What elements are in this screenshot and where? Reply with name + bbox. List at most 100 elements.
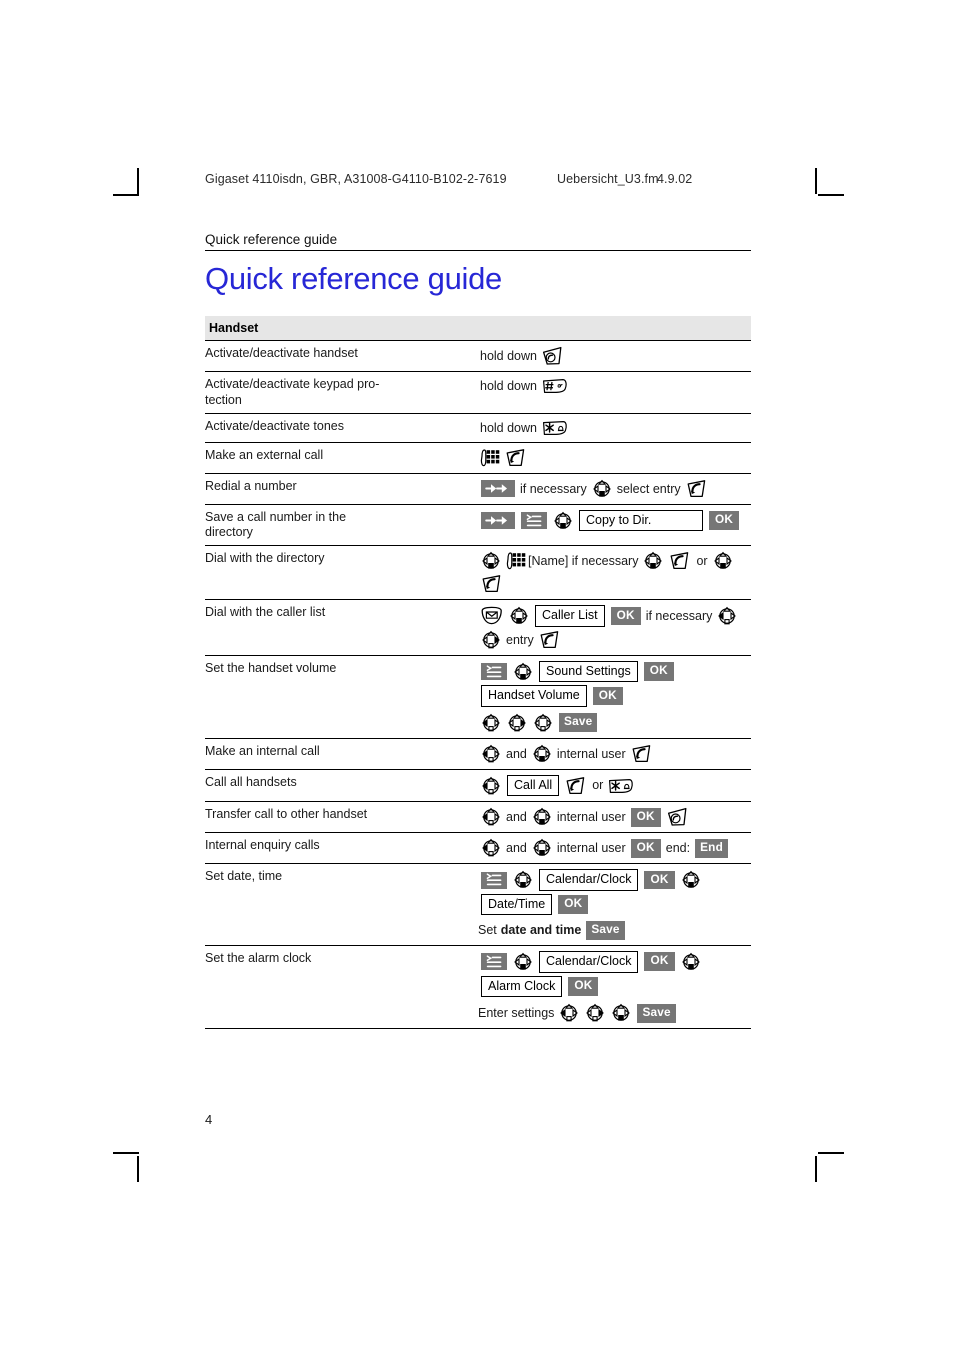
step-text: internal user <box>556 841 626 856</box>
row-label: Set date, time <box>205 863 478 947</box>
table-row: Activate/deactivate tones hold down <box>205 413 751 443</box>
menu-key-icon <box>481 953 507 971</box>
menu-key-icon <box>521 512 547 530</box>
page-content: Gigaset 4110isdn, GBR, A31008-G4110-B102… <box>205 172 751 1030</box>
table-header-row: Handset <box>205 316 751 342</box>
softkey-save[interactable]: Save <box>559 713 598 733</box>
display-option-caller-list[interactable]: Caller List <box>535 605 605 627</box>
crop-mark-bottom-right-horizontal <box>818 1152 844 1154</box>
nav-key-icon <box>482 552 500 570</box>
nav-key-icon <box>532 808 551 826</box>
keypad-icon <box>480 449 500 467</box>
step-sequence: and internal user OK end: End <box>478 838 751 858</box>
display-option-alarm-clock[interactable]: Alarm Clock <box>481 975 563 998</box>
step-sequence: Calendar/Clock OK Date/Time OK Set date and t… <box>478 869 751 941</box>
softkey-ok[interactable]: OK <box>630 838 661 858</box>
envelope-key-icon <box>481 606 502 625</box>
step-text: select entry <box>616 481 681 496</box>
step-sequence: and internal user OK <box>478 807 751 827</box>
softkey-ok[interactable]: OK <box>568 976 599 996</box>
row-action-sequence: and internal user <box>478 738 751 770</box>
row-label: Make an external call <box>205 442 478 474</box>
nav-key-icon <box>514 870 532 888</box>
crop-mark-top-right-horizontal <box>818 194 844 196</box>
menu-key-icon <box>481 871 507 889</box>
step-text: [Name] if necessary <box>528 554 639 569</box>
table-row: Set the alarm clock Calendar/Clock OK Alarm… <box>205 945 751 1030</box>
display-option-date-time[interactable]: Date/Time <box>481 893 553 916</box>
nav-key-icon <box>612 1003 631 1021</box>
softkey-save[interactable]: Save <box>586 921 625 941</box>
step-sequence <box>478 448 751 468</box>
row-action-sequence: Caller List OK if necessary entry <box>478 599 751 656</box>
table-header-cell: Handset <box>205 316 751 342</box>
revision-date: 4.9.02 <box>657 172 693 186</box>
softkey-ok[interactable]: OK <box>630 807 661 827</box>
nav-key-left-icon <box>482 744 500 763</box>
row-action-sequence: Sound Settings OK Handset Volume OK Save <box>478 655 751 739</box>
row-label: Set the handset volume <box>205 655 478 739</box>
softkey-ok[interactable]: OK <box>644 870 675 890</box>
nav-key-right-icon <box>482 630 500 649</box>
table-row: Set the handset volume Sound Settings OK Ha… <box>205 655 751 739</box>
row-label-line: directory <box>205 525 253 540</box>
redial-key-icon <box>481 512 515 530</box>
softkey-ok[interactable]: OK <box>644 952 675 972</box>
step-sequence: hold down <box>478 346 751 366</box>
row-action-sequence: Call All or <box>478 769 751 803</box>
softkey-save[interactable]: Save <box>637 1003 676 1023</box>
softkey-ok[interactable]: OK <box>643 662 674 681</box>
talk-key-icon <box>540 630 559 648</box>
row-label-line: Activate/deactivate keypad pro- <box>205 377 380 392</box>
row-label-line: Save a call number in the <box>205 509 347 524</box>
nav-key-icon <box>713 552 732 570</box>
step-text: internal user <box>556 746 626 761</box>
row-action-sequence: Calendar/Clock OK Date/Time OK Set date and t… <box>478 863 751 947</box>
step-sequence: Calendar/Clock OK Alarm Clock OK Enter setti… <box>478 951 751 1023</box>
softkey-ok[interactable]: OK <box>558 895 589 914</box>
source-file-name: Uebersicht_U3.fm <box>557 172 659 186</box>
display-option-copy-to-dir-[interactable]: Copy to Dir. <box>579 509 703 532</box>
step-sequence: if necessary select entry <box>478 479 751 499</box>
softkey-end[interactable]: End <box>695 838 728 858</box>
softkey-ok[interactable]: OK <box>610 606 641 626</box>
nav-key-right-icon <box>586 1003 605 1022</box>
section-label: Quick reference guide <box>205 232 751 251</box>
table-row: Activate/deactivate keypad pro-tection ho… <box>205 371 751 414</box>
step-text-emphasis: date and time <box>500 923 582 938</box>
row-label: Dial with the caller list <box>205 599 478 656</box>
row-label: Redial a number <box>205 473 478 505</box>
display-option-handset-volume[interactable]: Handset Volume <box>481 685 587 707</box>
display-option-sound-settings[interactable]: Sound Settings <box>539 660 638 683</box>
star-key-icon <box>609 778 634 793</box>
row-label: Set the alarm clock <box>205 945 478 1030</box>
row-label: Save a call number in the directory <box>205 504 478 547</box>
page-number: 4 <box>205 1112 213 1127</box>
row-action-sequence: and internal user OK end: End <box>478 832 751 865</box>
step-text: or <box>696 554 708 569</box>
talk-key-icon <box>687 479 705 497</box>
table-body: Handset Activate/deactivate handset hold … <box>205 316 751 1030</box>
crop-mark-top-left-vertical <box>137 168 139 194</box>
row-label: Activate/deactivate keypad pro-tection <box>205 371 478 414</box>
hash-key-icon <box>543 379 567 394</box>
row-action-sequence: Copy to Dir. OK <box>478 504 751 547</box>
step-text: hold down <box>480 420 537 435</box>
talk-key-icon <box>632 744 650 762</box>
step-text: and <box>506 746 527 761</box>
nav-key-icon <box>554 511 572 529</box>
nav-key-icon <box>644 552 663 570</box>
softkey-ok[interactable]: OK <box>592 686 623 706</box>
display-option-call-all[interactable]: Call All <box>507 774 560 797</box>
display-option-calendar-clock[interactable]: Calendar/Clock <box>539 951 639 973</box>
row-action-sequence: hold down <box>478 413 751 443</box>
softkey-ok[interactable]: OK <box>709 511 740 530</box>
table-row: Transfer call to other handset and interna… <box>205 801 751 834</box>
row-action-sequence: Calendar/Clock OK Alarm Clock OK Enter setti… <box>478 945 751 1030</box>
table-row: Save a call number in the directory Copy t… <box>205 504 751 547</box>
step-text: hold down <box>480 349 537 364</box>
keypad-icon <box>506 552 526 570</box>
display-option-calendar-clock[interactable]: Calendar/Clock <box>539 869 639 891</box>
row-action-sequence <box>478 442 751 474</box>
step-sequence: hold down <box>478 419 751 437</box>
